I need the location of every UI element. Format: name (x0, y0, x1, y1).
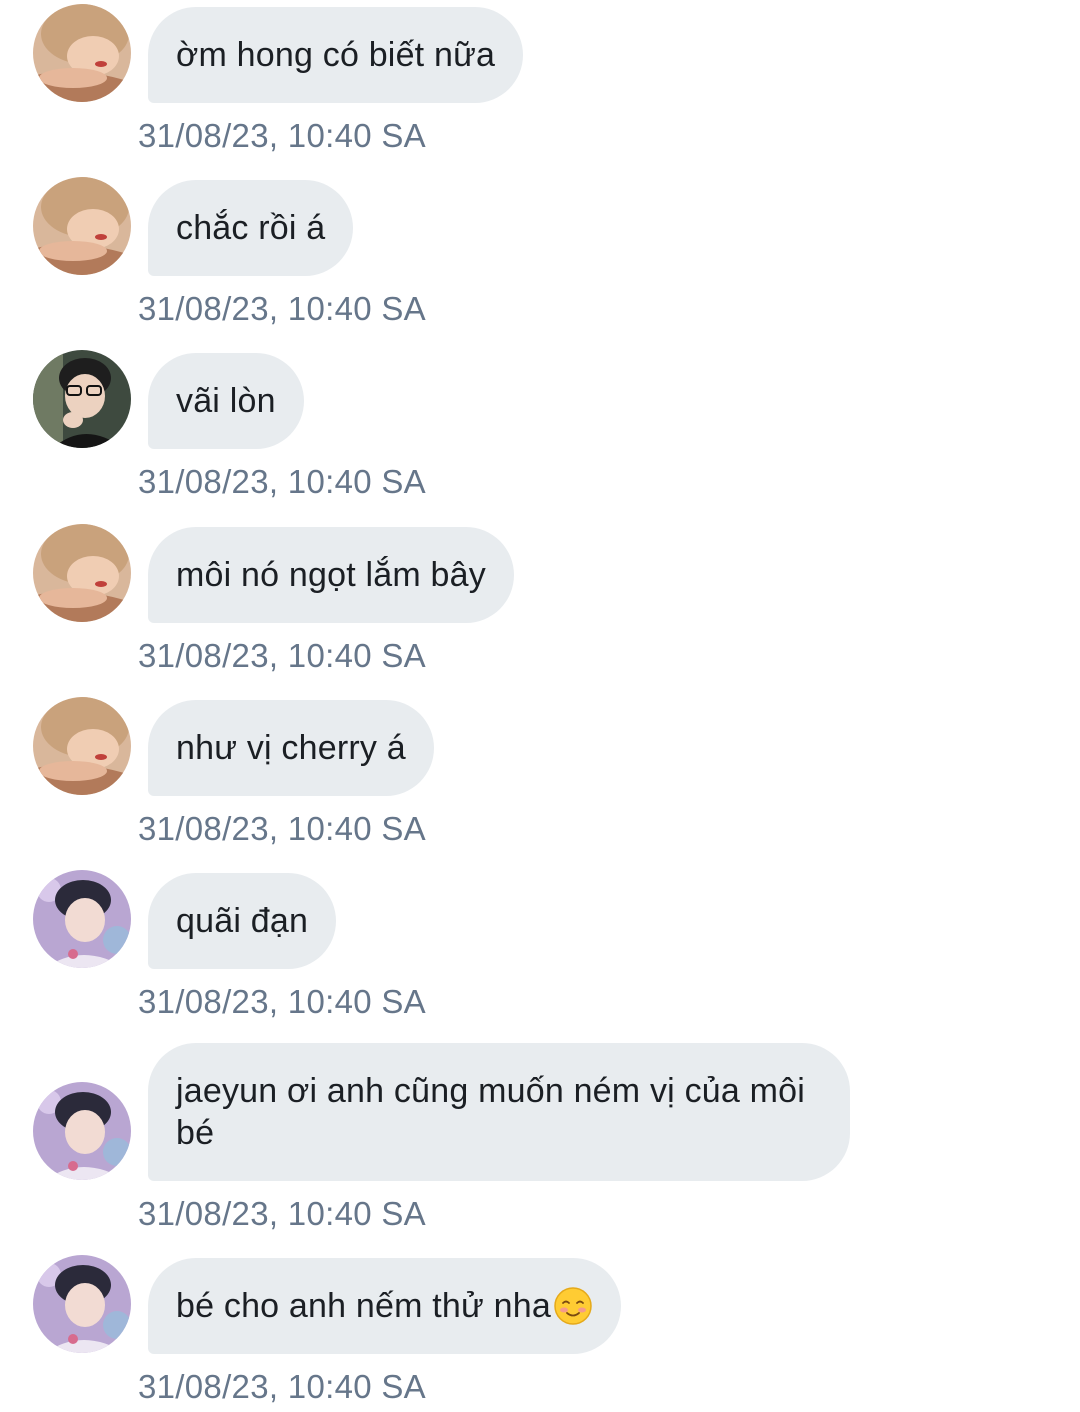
avatar-c-icon (33, 1082, 131, 1180)
message-text: quãi đạn (176, 901, 309, 940)
user-avatar[interactable] (33, 1082, 131, 1180)
user-avatar[interactable] (33, 870, 131, 968)
message-timestamp: 31/08/23, 10:40 SA (138, 637, 426, 674)
avatar-a-icon (33, 4, 131, 102)
user-avatar[interactable] (33, 697, 131, 795)
message-text: ờm hong có biết nữa (176, 35, 496, 74)
message-bubble[interactable]: jaeyun ơi anh cũng muốn ném vị của môi b… (148, 1043, 850, 1181)
message-bubble[interactable]: quãi đạn (148, 873, 337, 969)
message-text: jaeyun ơi anh cũng muốn ném vị của môi b… (176, 1072, 806, 1152)
message-bubble[interactable]: môi nó ngọt lắm bây (148, 527, 514, 623)
message-timestamp: 31/08/23, 10:40 SA (138, 117, 426, 154)
avatar-a-icon (33, 524, 131, 622)
message-text: chắc rồi á (176, 208, 326, 247)
message-timestamp: 31/08/23, 10:40 SA (138, 1195, 426, 1232)
avatar-c-icon (33, 1255, 131, 1353)
avatar-c-icon (33, 870, 131, 968)
message-bubble[interactable]: chắc rồi á (148, 180, 354, 276)
message-timestamp: 31/08/23, 10:40 SA (138, 810, 426, 847)
message-timestamp: 31/08/23, 10:40 SA (138, 290, 426, 327)
avatar-a-icon (33, 697, 131, 795)
message-bubble[interactable]: bé cho anh nếm thử nha (148, 1258, 621, 1354)
user-avatar[interactable] (33, 177, 131, 275)
message-timestamp: 31/08/23, 10:40 SA (138, 983, 426, 1020)
message-bubble[interactable]: như vị cherry á (148, 700, 434, 796)
user-avatar[interactable] (33, 350, 131, 448)
avatar-b-icon (33, 350, 131, 448)
message-text: bé cho anh nếm thử nha (176, 1286, 551, 1325)
user-avatar[interactable] (33, 1255, 131, 1353)
message-text: môi nó ngọt lắm bây (176, 555, 486, 594)
message-text: vãi lòn (176, 381, 276, 420)
message-bubble[interactable]: ờm hong có biết nữa (148, 7, 524, 103)
smiling-face-with-blush-emoji-icon (554, 1287, 592, 1325)
message-bubble[interactable]: vãi lòn (148, 353, 304, 449)
avatar-a-icon (33, 177, 131, 275)
message-text: như vị cherry á (176, 728, 406, 767)
user-avatar[interactable] (33, 524, 131, 622)
user-avatar[interactable] (33, 4, 131, 102)
message-timestamp: 31/08/23, 10:40 SA (138, 463, 426, 500)
message-timestamp: 31/08/23, 10:40 SA (138, 1368, 426, 1405)
